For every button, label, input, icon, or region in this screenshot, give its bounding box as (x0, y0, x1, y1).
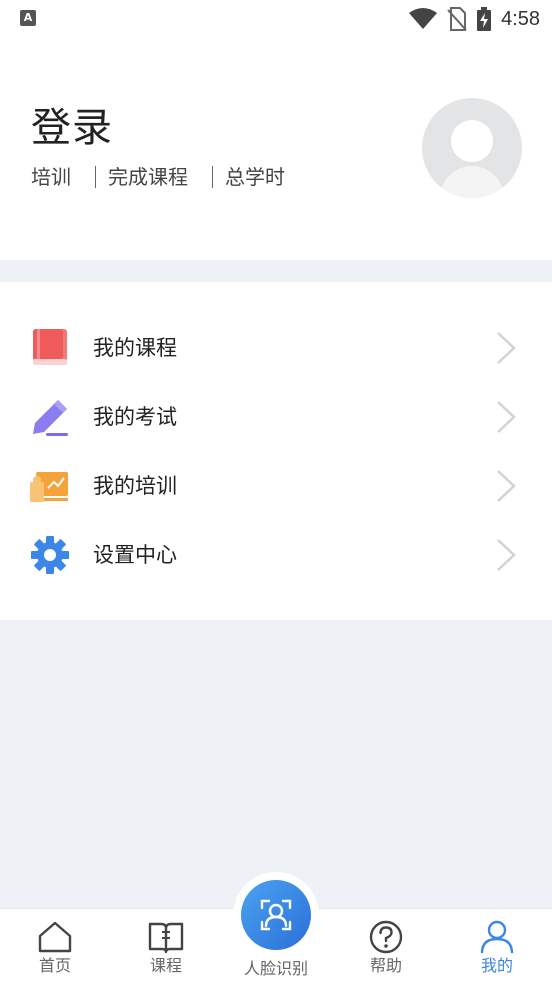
login-link[interactable]: 登录 (31, 102, 113, 154)
stat-divider (95, 166, 96, 188)
menu-item-my-training[interactable]: 我的培训 (0, 454, 552, 518)
status-icons: 4:58 (409, 6, 540, 32)
chevron-right-icon (497, 401, 516, 433)
face-scan-icon (260, 899, 292, 931)
training-icon (30, 472, 68, 502)
gear-icon (31, 536, 69, 574)
avatar-head (451, 120, 493, 162)
wifi-icon (409, 8, 438, 29)
menu-item-label: 我的考试 (93, 405, 177, 429)
nav-label: 我的 (480, 956, 513, 975)
stat-training: 培训 (31, 165, 71, 189)
user-icon (480, 920, 514, 954)
nav-label: 课程 (149, 956, 182, 975)
nav-label: 首页 (38, 956, 71, 975)
profile-stats: 培训 完成课程 总学时 (31, 162, 285, 192)
menu-item-my-exams[interactable]: 我的考试 (0, 385, 552, 449)
stat-divider (212, 166, 213, 188)
menu-item-label: 我的课程 (93, 336, 177, 360)
nav-help[interactable]: 帮助 (341, 909, 431, 984)
menu-item-label: 我的培训 (93, 474, 177, 498)
stat-total-hours: 总学时 (225, 165, 285, 189)
chevron-right-icon (497, 332, 516, 364)
face-recognition-button[interactable] (233, 872, 319, 958)
nav-mine[interactable]: 我的 (452, 909, 542, 984)
pencil-icon (33, 400, 68, 436)
chevron-right-icon (497, 470, 516, 502)
clock: 4:58 (501, 7, 540, 30)
face-recognition-label: 人脸识别 (243, 959, 308, 978)
avatar[interactable] (422, 98, 522, 198)
stat-completed-courses: 完成课程 (108, 165, 188, 189)
menu-list: 我的课程 我的考试 我的培训 设置中心 (0, 282, 552, 620)
avatar-body (440, 166, 504, 198)
book-icon (33, 329, 67, 365)
nav-label: 帮助 (369, 956, 402, 975)
menu-item-label: 设置中心 (93, 543, 177, 567)
nav-home[interactable]: 首页 (10, 909, 100, 984)
app-notification-icon: A (20, 10, 36, 26)
help-icon (369, 920, 403, 954)
profile-header: 登录 培训 完成课程 总学时 (0, 38, 552, 260)
home-icon (38, 921, 72, 953)
nav-courses[interactable]: 课程 (121, 909, 211, 984)
status-bar: A 4:58 (0, 0, 552, 38)
chevron-right-icon (497, 539, 516, 571)
open-book-icon (148, 922, 184, 954)
face-button-circle (241, 880, 311, 950)
menu-item-settings[interactable]: 设置中心 (0, 523, 552, 587)
menu-item-my-courses[interactable]: 我的课程 (0, 316, 552, 380)
battery-charging-icon (477, 7, 492, 31)
no-sim-icon (447, 7, 467, 31)
